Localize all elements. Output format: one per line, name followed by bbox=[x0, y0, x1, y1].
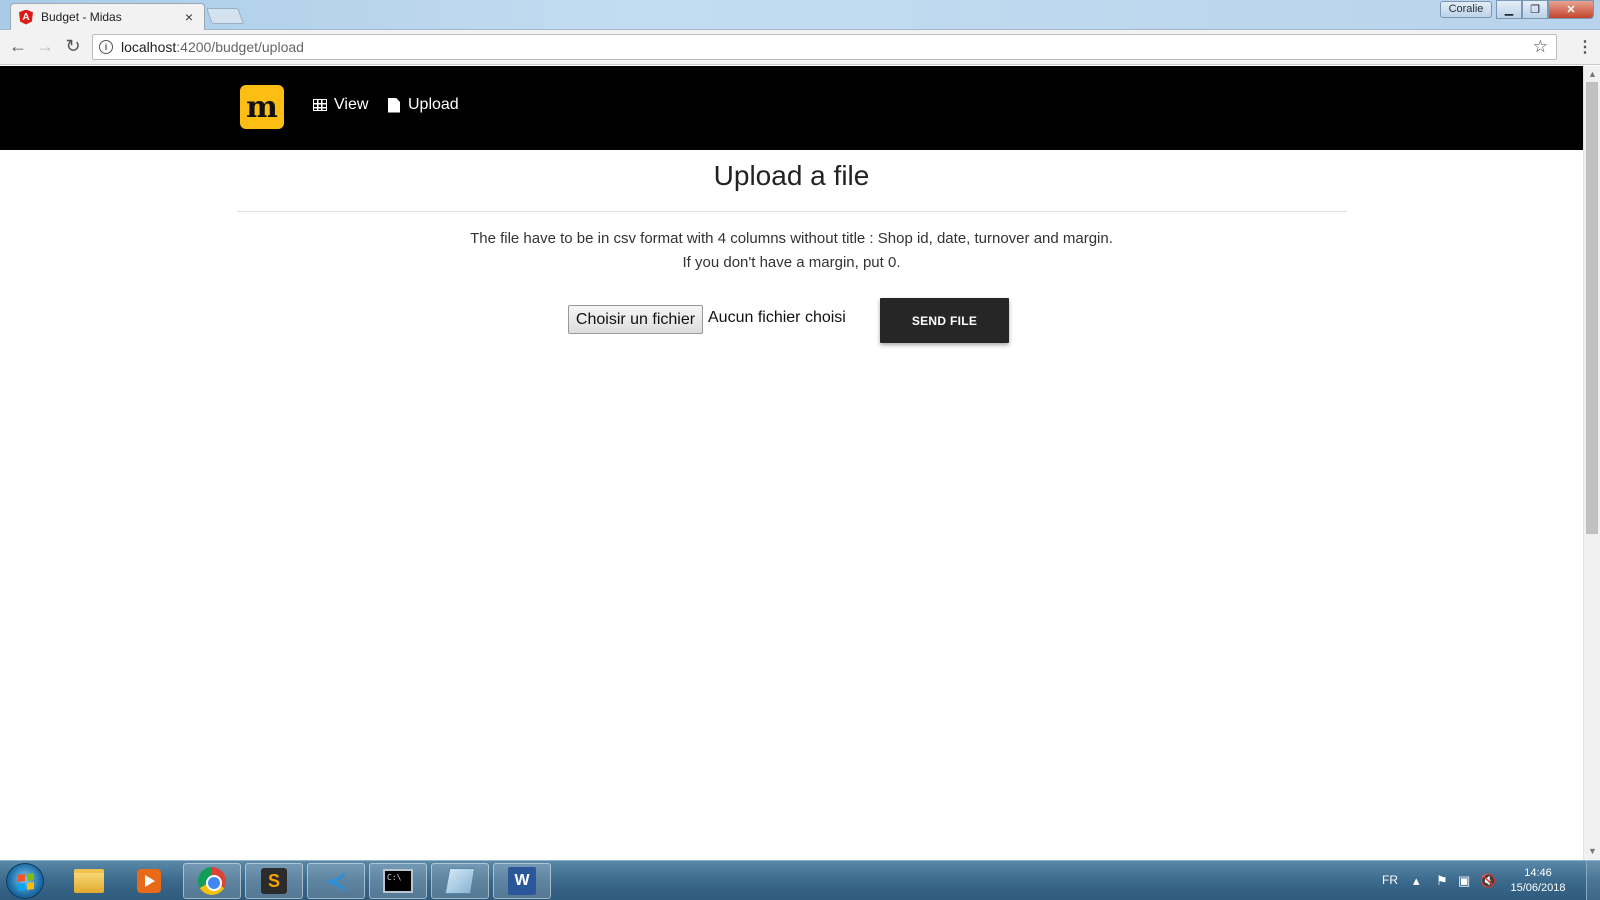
taskbar-chrome[interactable] bbox=[183, 863, 241, 899]
vscode-icon: ≺ bbox=[325, 865, 347, 896]
scroll-down-icon[interactable]: ▼ bbox=[1584, 846, 1600, 856]
browser-titlebar: A Budget - Midas × Coralie ▁ ❐ ✕ bbox=[0, 0, 1600, 30]
nav-upload-label: Upload bbox=[408, 96, 459, 113]
window-close-button[interactable]: ✕ bbox=[1548, 0, 1594, 19]
taskbar-sublime[interactable]: S bbox=[245, 863, 303, 899]
taskbar-word[interactable]: W bbox=[493, 863, 551, 899]
nav-view-label: View bbox=[334, 96, 369, 113]
nav-view-link[interactable]: View bbox=[313, 96, 368, 114]
profile-button[interactable]: Coralie bbox=[1440, 1, 1492, 18]
taskbar-media-player[interactable] bbox=[120, 863, 178, 899]
forward-arrow-icon[interactable]: → bbox=[34, 36, 56, 57]
word-icon: W bbox=[508, 867, 536, 895]
show-desktop-button[interactable] bbox=[1586, 861, 1600, 900]
midas-logo[interactable]: m bbox=[240, 85, 284, 129]
notepad-icon bbox=[444, 868, 476, 894]
reload-icon[interactable]: ↻ bbox=[62, 36, 84, 57]
show-hidden-icons-icon[interactable]: ▴ bbox=[1413, 873, 1420, 889]
network-icon[interactable]: ▣ bbox=[1458, 873, 1470, 889]
media-player-icon bbox=[137, 869, 161, 893]
new-tab-button[interactable] bbox=[206, 8, 244, 24]
taskbar-file-explorer[interactable] bbox=[60, 863, 118, 899]
nav-upload-link[interactable]: Upload bbox=[388, 96, 459, 114]
tab-close-icon[interactable]: × bbox=[182, 9, 196, 25]
angular-icon: A bbox=[19, 9, 33, 25]
scrollbar-thumb[interactable] bbox=[1586, 82, 1598, 534]
minimize-button[interactable]: ▁ bbox=[1496, 0, 1522, 19]
page-title: Upload a file bbox=[713, 160, 870, 191]
taskbar-cmd[interactable]: C:\ bbox=[369, 863, 427, 899]
app-navbar: m View Upload bbox=[0, 66, 1583, 150]
bookmark-star-icon[interactable]: ☆ bbox=[1533, 37, 1548, 57]
taskbar-vscode[interactable]: ≺ bbox=[307, 863, 365, 899]
instruction-line-1: The file have to be in csv format with 4… bbox=[470, 230, 1113, 247]
chrome-icon bbox=[198, 867, 226, 895]
url-text: localhost:4200/budget/upload bbox=[121, 39, 304, 55]
title-divider bbox=[237, 211, 1347, 212]
address-bar[interactable]: i localhost:4200/budget/upload ☆ bbox=[92, 34, 1557, 60]
folder-icon bbox=[74, 869, 104, 893]
language-indicator[interactable]: FR bbox=[1382, 873, 1398, 887]
windows-taskbar: S ≺ C:\ W FR ▴ ⚑ ▣ 🔇 14:46 15/06/2018 bbox=[0, 860, 1600, 900]
window-controls: ▁ ❐ ✕ bbox=[1496, 0, 1594, 19]
clock-time: 14:46 bbox=[1524, 867, 1552, 879]
browser-menu-icon[interactable]: ⋮ bbox=[1577, 37, 1593, 57]
send-file-button[interactable]: SEND FILE bbox=[880, 298, 1009, 343]
choose-file-button[interactable]: Choisir un fichier bbox=[568, 305, 703, 334]
command-prompt-icon: C:\ bbox=[383, 869, 413, 893]
page-viewport: m View Upload Upload a file The file hav… bbox=[0, 66, 1583, 860]
scroll-up-icon[interactable]: ▲ bbox=[1584, 69, 1600, 79]
browser-toolbar: ← → ↻ i localhost:4200/budget/upload ☆ ⋮ bbox=[0, 30, 1600, 65]
tab-title: Budget - Midas bbox=[41, 10, 122, 24]
info-icon[interactable]: i bbox=[99, 40, 113, 54]
action-center-flag-icon[interactable]: ⚑ bbox=[1436, 873, 1448, 889]
restore-button[interactable]: ❐ bbox=[1522, 0, 1548, 19]
page-scrollbar[interactable]: ▲ ▼ bbox=[1583, 66, 1600, 860]
start-button[interactable] bbox=[6, 863, 44, 899]
table-icon bbox=[313, 99, 327, 111]
browser-tab[interactable]: A Budget - Midas × bbox=[10, 3, 205, 30]
back-arrow-icon[interactable]: ← bbox=[7, 36, 29, 57]
instruction-line-2: If you don't have a margin, put 0. bbox=[682, 254, 901, 271]
windows-logo-icon bbox=[18, 873, 34, 891]
file-icon bbox=[388, 97, 400, 113]
volume-muted-icon[interactable]: 🔇 bbox=[1480, 873, 1496, 889]
sublime-text-icon: S bbox=[261, 868, 287, 894]
clock-date: 15/06/2018 bbox=[1510, 882, 1566, 894]
system-clock[interactable]: 14:46 15/06/2018 bbox=[1508, 866, 1568, 896]
taskbar-notepad[interactable] bbox=[431, 863, 489, 899]
file-status-text: Aucun fichier choisi bbox=[708, 309, 846, 326]
